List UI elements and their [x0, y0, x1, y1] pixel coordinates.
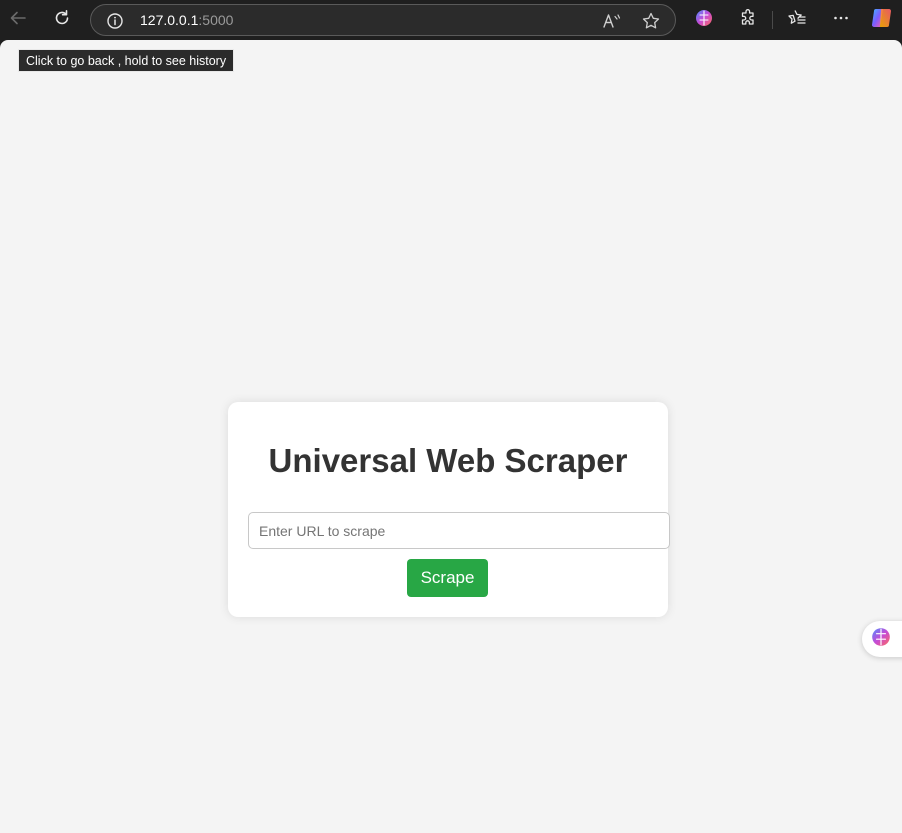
back-arrow-icon [8, 8, 28, 33]
read-aloud-icon[interactable] [601, 10, 623, 32]
back-button[interactable] [3, 5, 33, 35]
favorites-button[interactable] [782, 5, 812, 35]
puzzle-icon [738, 8, 758, 33]
brain-icon [694, 8, 714, 33]
url-host: 127.0.0.1 [140, 12, 199, 28]
browser-toolbar: 127.0.0.1:5000 [0, 0, 902, 40]
toolbar-separator [772, 11, 773, 29]
copilot-icon [870, 6, 894, 35]
page-title: Universal Web Scraper [268, 442, 628, 479]
url-input[interactable] [248, 512, 670, 549]
scrape-button[interactable]: Scrape [407, 559, 488, 597]
info-icon[interactable] [105, 11, 125, 31]
url-text[interactable]: 127.0.0.1:5000 [140, 12, 233, 28]
extensions-button[interactable] [733, 5, 763, 35]
more-icon [831, 8, 851, 33]
scraper-card: Universal Web Scraper Scrape [228, 402, 670, 617]
star-icon[interactable] [640, 10, 662, 32]
brain-icon [870, 626, 892, 653]
back-button-tooltip: Click to go back , hold to see history [18, 49, 235, 72]
menu-button[interactable] [826, 5, 856, 35]
favorites-icon [787, 8, 807, 33]
copilot-brain-button[interactable] [689, 5, 719, 35]
refresh-button[interactable] [47, 5, 77, 35]
copilot-button[interactable] [867, 5, 897, 35]
url-port: :5000 [198, 12, 234, 28]
copilot-side-button[interactable] [862, 621, 902, 657]
address-bar[interactable]: 127.0.0.1:5000 [90, 4, 676, 36]
refresh-icon [52, 8, 72, 33]
